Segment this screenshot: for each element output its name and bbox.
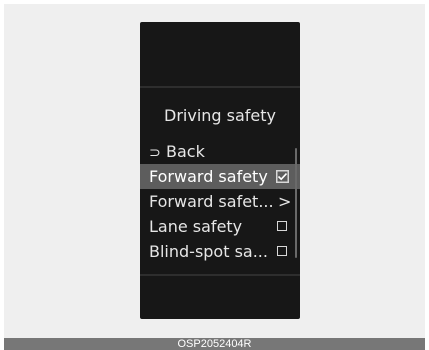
back-label: Back [166, 142, 205, 161]
menu-title: Driving safety [164, 106, 276, 125]
bottom-divider [140, 274, 300, 276]
figure-code: OSP2052404R [177, 338, 252, 350]
menu-item-forward-safety-submenu[interactable]: Forward safet... > [140, 189, 300, 214]
menu-item-lane-safety[interactable]: Lane safety [140, 214, 300, 239]
forward-safety-checkbox[interactable] [276, 170, 289, 183]
menu-item-label: Lane safety [149, 217, 243, 236]
menu-item-forward-safety[interactable]: Forward safety [140, 164, 300, 189]
top-divider [140, 86, 300, 88]
driving-safety-menu: ⊃ Back Forward safety Forward safet... > … [140, 139, 300, 264]
figure-caption-bar: OSP2052404R [4, 338, 425, 350]
menu-item-blind-spot-safety[interactable]: Blind-spot sa... [140, 239, 300, 264]
return-arrow-icon: ⊃ [149, 145, 161, 161]
lane-safety-checkbox[interactable] [277, 221, 287, 231]
menu-scrollbar[interactable] [295, 148, 297, 258]
menu-item-label: Forward safet... [149, 192, 274, 211]
chevron-right-icon: > [278, 192, 292, 211]
menu-item-label: Blind-spot sa... [149, 242, 268, 261]
back-item[interactable]: ⊃ Back [140, 139, 300, 164]
cluster-display: Driving safety ⊃ Back Forward safety Forw… [140, 22, 300, 319]
menu-item-label: Forward safety [149, 167, 268, 186]
blind-spot-safety-checkbox[interactable] [277, 246, 287, 256]
